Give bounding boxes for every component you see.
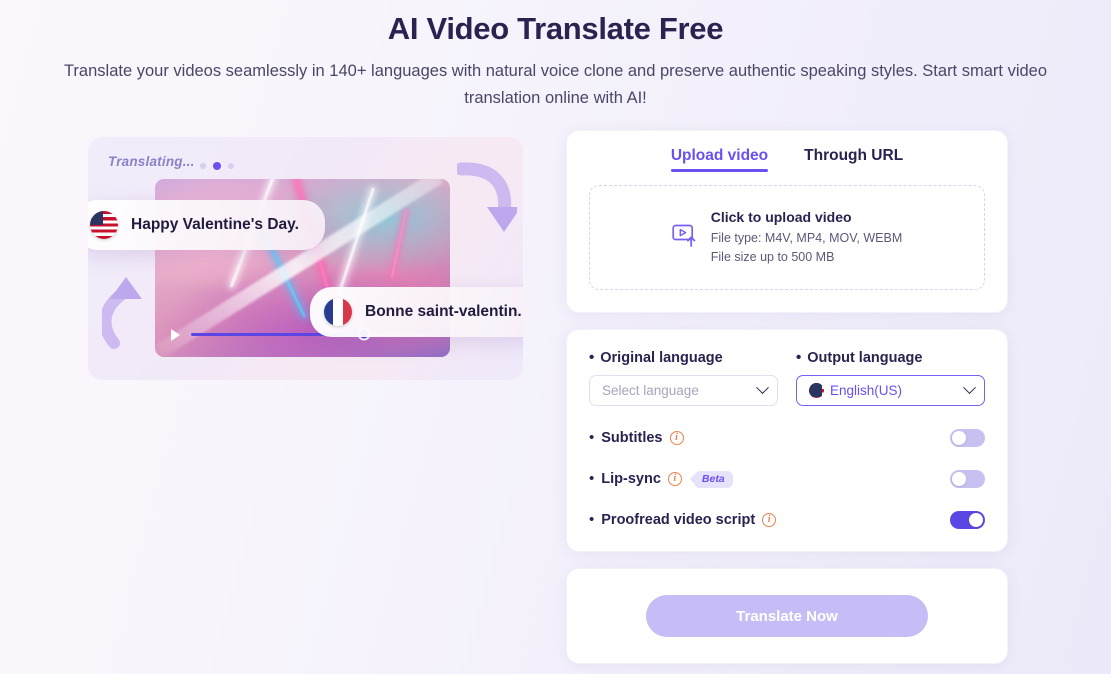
info-icon[interactable]: i <box>667 472 682 486</box>
output-language-value: English(US) <box>830 383 903 398</box>
subtitles-toggle[interactable] <box>950 429 985 447</box>
us-flag-icon <box>809 383 824 398</box>
play-icon[interactable] <box>171 329 180 341</box>
dropzone-title: Click to upload video <box>710 209 852 226</box>
option-row-subtitles: • Subtitles i <box>589 429 985 447</box>
proofread-toggle[interactable] <box>950 511 985 529</box>
option-row-proofread: • Proofread video script i <box>589 511 985 529</box>
fr-flag-icon <box>324 298 352 326</box>
control-panel: Upload video Through URL Click to upload… <box>566 130 1008 664</box>
loading-dot-active <box>213 162 221 170</box>
curved-arrow-down-icon <box>454 159 521 249</box>
hero-section: AI Video Translate Free Translate your v… <box>0 0 1111 112</box>
info-icon[interactable]: i <box>669 431 684 445</box>
tab-through-url[interactable]: Through URL <box>804 147 903 172</box>
main-stage: Translating... Happy Valentine's Day. Bo… <box>0 122 1111 674</box>
original-language-label: • Original language <box>589 349 723 366</box>
subtitles-label: Subtitles <box>601 430 663 446</box>
lip-sync-toggle[interactable] <box>950 470 985 488</box>
target-caption-text: Bonne saint-valentin. <box>365 303 522 320</box>
option-label-group: • Proofread video script i <box>589 512 777 528</box>
option-label-group: • Subtitles i <box>589 430 684 446</box>
source-caption-chip: Happy Valentine's Day. <box>88 200 325 250</box>
settings-card: • Original language Select language • Ou… <box>566 329 1008 552</box>
original-language-value: Select language <box>602 383 699 398</box>
lip-sync-label: Lip-sync <box>601 471 661 487</box>
translation-illustration: Translating... Happy Valentine's Day. Bo… <box>88 137 523 380</box>
proofread-label: Proofread video script <box>601 512 756 528</box>
option-row-lip-sync: • Lip-sync i Beta <box>589 470 985 488</box>
original-language-select[interactable]: Select language <box>589 375 778 406</box>
language-row: • Original language Select language • Ou… <box>589 350 985 406</box>
loading-dot <box>228 163 234 169</box>
upload-card: Upload video Through URL Click to upload… <box>566 130 1008 313</box>
toggle-knob <box>952 431 966 445</box>
option-label-group: • Lip-sync i Beta <box>589 470 733 488</box>
page-subtitle: Translate your videos seamlessly in 140+… <box>63 62 1048 107</box>
beta-badge: Beta <box>693 470 733 488</box>
target-caption-chip: Bonne saint-valentin. <box>310 287 523 337</box>
page-title: AI Video Translate Free <box>387 11 724 46</box>
loading-dot <box>200 163 206 169</box>
us-flag-icon <box>90 211 118 239</box>
output-language-group: • Output language English(US) <box>796 350 985 406</box>
upload-tabs: Upload video Through URL <box>589 147 985 172</box>
toggle-knob <box>969 513 983 527</box>
output-language-value-wrap: English(US) <box>809 383 902 398</box>
translate-now-button[interactable]: Translate Now <box>646 595 928 637</box>
info-icon[interactable]: i <box>762 513 777 527</box>
chevron-down-icon <box>963 381 976 395</box>
tab-upload-video[interactable]: Upload video <box>670 147 769 172</box>
output-language-select[interactable]: English(US) <box>796 375 985 406</box>
loading-dots <box>200 162 234 170</box>
original-language-group: • Original language Select language <box>589 350 778 406</box>
original-language-label-text: Original language <box>600 350 723 366</box>
video-upload-icon <box>672 222 698 253</box>
output-language-label: • Output language <box>796 349 923 366</box>
upload-dropzone[interactable]: Click to upload video File type: M4V, MP… <box>589 185 985 290</box>
translating-status-label: Translating... <box>108 154 195 169</box>
dropzone-text: Click to upload video File type: M4V, MP… <box>711 207 903 267</box>
source-caption-text: Happy Valentine's Day. <box>131 216 299 233</box>
dropzone-file-type: File type: M4V, MP4, MOV, WEBM <box>710 230 903 245</box>
toggle-knob <box>952 472 966 486</box>
curved-arrow-up-icon <box>99 277 152 354</box>
output-language-label-text: Output language <box>807 350 923 366</box>
neon-streak <box>390 209 408 279</box>
chevron-down-icon <box>756 381 769 395</box>
cta-card: Translate Now <box>566 568 1008 664</box>
dropzone-file-size: File size up to 500 MB <box>710 250 835 265</box>
